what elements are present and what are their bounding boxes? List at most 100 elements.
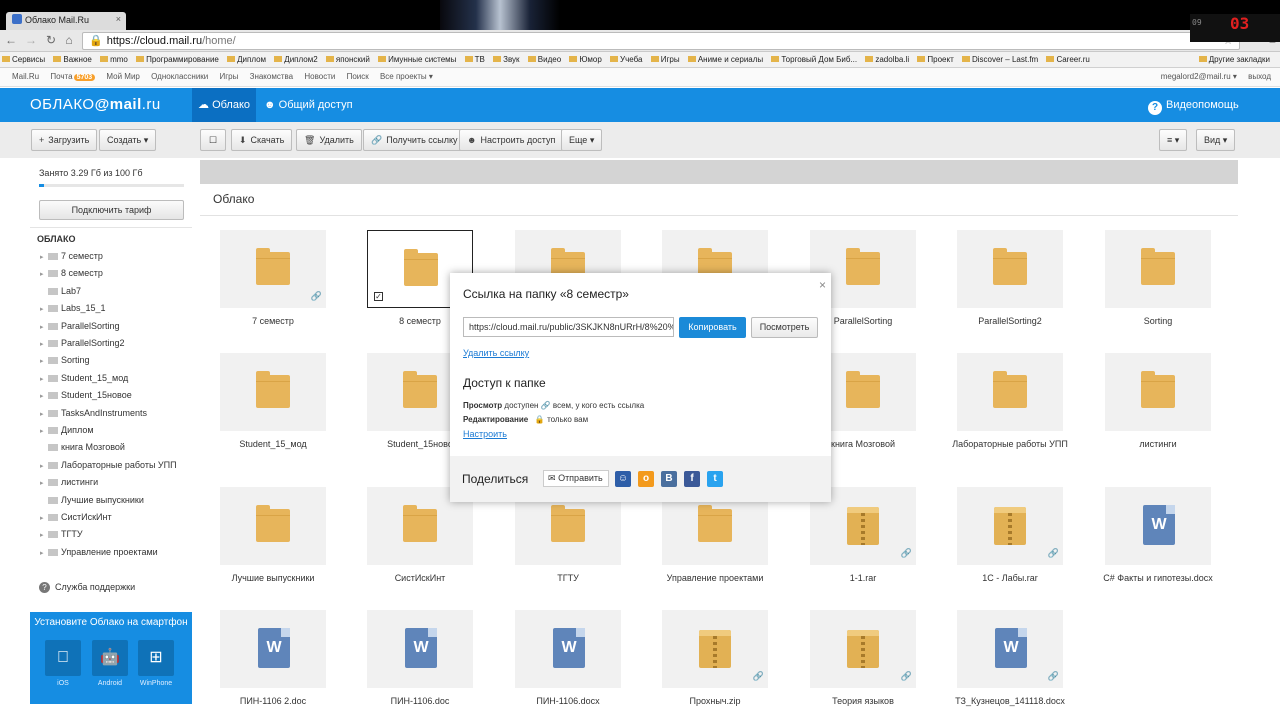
portal-link[interactable]: Поиск <box>347 68 369 86</box>
portal-link[interactable]: Новости <box>304 68 335 86</box>
expand-arrow-icon[interactable]: ▸ <box>40 389 48 405</box>
bookmark-item[interactable]: японский <box>325 52 370 67</box>
tab-shared[interactable]: ☻ Общий доступ <box>264 88 353 122</box>
bookmark-item[interactable]: Программирование <box>136 52 219 67</box>
file-item[interactable]: W ПИН-1106.docx <box>501 610 621 720</box>
bookmark-item[interactable]: Важное <box>53 52 92 67</box>
bookmark-item[interactable]: Диплом2 <box>274 52 318 67</box>
expand-arrow-icon[interactable]: ▸ <box>40 354 48 370</box>
logout-link[interactable]: выход <box>1248 68 1271 86</box>
portal-link[interactable]: Мой Мир <box>106 68 139 86</box>
sort-button[interactable]: ≡ ▾ <box>1159 129 1188 151</box>
sidebar-folder-item[interactable]: ▸ Диплом <box>40 422 190 438</box>
sidebar-folder-item[interactable]: ▸ Labs_15_1 <box>40 300 190 316</box>
odnoklassniki-icon[interactable]: o <box>638 471 654 487</box>
configure-link[interactable]: Настроить <box>463 429 507 439</box>
expand-arrow-icon[interactable]: ▸ <box>40 407 48 423</box>
file-tile[interactable]: W <box>1105 487 1211 565</box>
back-icon[interactable]: ← <box>4 33 18 47</box>
delete-link[interactable]: Удалить ссылку <box>463 348 529 358</box>
forward-icon[interactable]: → <box>24 33 38 47</box>
sidebar-folder-item[interactable]: ▸ ParallelSorting2 <box>40 335 190 351</box>
portal-link[interactable]: Mail.Ru <box>12 68 39 86</box>
bookmark-item[interactable]: Диплом <box>227 52 266 67</box>
bookmark-item[interactable]: Аниме и сериалы <box>687 52 763 67</box>
portal-link[interactable]: Одноклассники <box>151 68 208 86</box>
file-item[interactable]: W C# Факты и гипотезы.docx <box>1091 487 1213 607</box>
tab-close-icon[interactable]: × <box>116 14 121 24</box>
expand-arrow-icon[interactable]: ▸ <box>40 372 48 388</box>
sidebar-folder-item[interactable]: ▸ Student_15_мод <box>40 370 190 386</box>
expand-arrow-icon[interactable]: ▸ <box>40 337 48 353</box>
expand-arrow-icon[interactable]: ▸ <box>40 528 48 544</box>
file-item[interactable]: Sorting <box>1091 230 1211 350</box>
close-icon[interactable]: × <box>819 278 826 292</box>
delete-button[interactable]: 🗑 Удалить <box>296 129 362 151</box>
configure-access-button[interactable]: ☻ Настроить доступ <box>459 129 564 151</box>
bookmark-item[interactable]: Торговый Дом Биб... <box>771 52 857 67</box>
other-bookmarks[interactable]: Другие закладки <box>1198 52 1270 67</box>
create-button[interactable]: Создать ▾ <box>99 129 157 151</box>
sidebar-folder-item[interactable]: ▸ 8 семестр <box>40 265 190 281</box>
bookmark-item[interactable]: Проект <box>917 52 954 67</box>
file-tile[interactable] <box>1105 230 1211 308</box>
sidebar-folder-item[interactable]: Lab7 <box>40 283 190 299</box>
file-tile[interactable]: 🔗 <box>662 610 768 688</box>
file-tile[interactable] <box>1105 353 1211 431</box>
view-button[interactable]: Вид ▾ <box>1196 129 1236 151</box>
sidebar-folder-item[interactable]: ▸ Sorting <box>40 352 190 368</box>
download-button[interactable]: ⬇ Скачать <box>231 129 293 151</box>
mymir-icon[interactable]: ☺ <box>615 471 631 487</box>
expand-arrow-icon[interactable]: ▸ <box>40 511 48 527</box>
support-link[interactable]: ? Служба поддержки <box>39 582 135 593</box>
file-tile[interactable]: W 🔗 <box>957 610 1063 688</box>
file-tile[interactable]: W <box>515 610 621 688</box>
send-button[interactable]: ✉ Отправить <box>543 470 609 487</box>
browser-tab[interactable]: Облако Mail.Ru × <box>6 12 126 30</box>
sidebar-folder-item[interactable]: ▸ ParallelSorting <box>40 318 190 334</box>
item-checkbox[interactable]: ✓ <box>374 292 383 301</box>
bookmark-item[interactable]: zadolba.li <box>865 52 909 67</box>
expand-arrow-icon[interactable]: ▸ <box>40 424 48 440</box>
windows-icon[interactable]: ⊞ <box>138 640 174 676</box>
twitter-icon[interactable]: t <box>707 471 723 487</box>
file-item[interactable]: Лабораторные работы УПП <box>943 353 1068 473</box>
portal-link-mail[interactable]: Почта 5703 <box>50 68 96 87</box>
file-item[interactable]: 🔗 7 семестр <box>206 230 326 350</box>
upload-button[interactable]: + Загрузить <box>31 129 98 151</box>
bookmark-item[interactable]: mmo <box>100 52 128 67</box>
file-item[interactable]: СистИскИнт <box>353 487 473 607</box>
sidebar-folder-item[interactable]: ▸ TasksAndInstruments <box>40 405 190 421</box>
expand-arrow-icon[interactable]: ▸ <box>40 267 48 283</box>
url-bar[interactable]: 🔒https://cloud.mail.ru/home/ ☆ <box>82 32 1240 50</box>
file-item[interactable]: 🔗 1-1.rar <box>796 487 916 607</box>
sidebar-folder-item[interactable]: ▸ листинги <box>40 474 190 490</box>
bookmark-item[interactable]: Discover – Last.fm <box>961 52 1038 67</box>
android-icon[interactable]: 🤖 <box>92 640 128 676</box>
expand-arrow-icon[interactable]: ▸ <box>40 459 48 475</box>
sidebar-folder-item[interactable]: ▸ Управление проектами <box>40 544 190 560</box>
file-item[interactable]: Student_15_мод <box>206 353 326 473</box>
file-item[interactable]: ParallelSorting2 <box>943 230 1063 350</box>
copy-button[interactable]: Копировать <box>679 317 746 338</box>
file-tile[interactable] <box>220 353 326 431</box>
file-tile[interactable] <box>957 353 1063 431</box>
bookmark-item[interactable]: Учеба <box>610 52 642 67</box>
reload-icon[interactable]: ↻ <box>44 33 58 47</box>
public-link-input[interactable]: https://cloud.mail.ru/public/3SKJKN8nURr… <box>463 317 674 337</box>
file-tile[interactable] <box>220 487 326 565</box>
user-menu[interactable]: megalord2@mail.ru ▾ <box>1161 68 1237 86</box>
bookmark-item[interactable]: Юмор <box>569 52 602 67</box>
file-item[interactable]: ТГТУ <box>501 487 621 607</box>
file-tile[interactable]: 🔗 <box>810 610 916 688</box>
portal-link[interactable]: Знакомства <box>250 68 294 86</box>
expand-arrow-icon[interactable]: ▸ <box>40 302 48 318</box>
file-tile[interactable] <box>957 230 1063 308</box>
sidebar-folder-item[interactable]: ▸ СистИскИнт <box>40 509 190 525</box>
portal-link[interactable]: Все проекты ▾ <box>380 68 433 86</box>
view-button[interactable]: Посмотреть <box>751 317 818 338</box>
breadcrumb[interactable]: Облако <box>213 192 254 206</box>
sidebar-folder-item[interactable]: ▸ Student_15новое <box>40 387 190 403</box>
file-item[interactable]: W 🔗 ТЗ_Кузнецов_141118.docx <box>943 610 1065 720</box>
tree-header[interactable]: ОБЛАКО <box>37 234 76 244</box>
